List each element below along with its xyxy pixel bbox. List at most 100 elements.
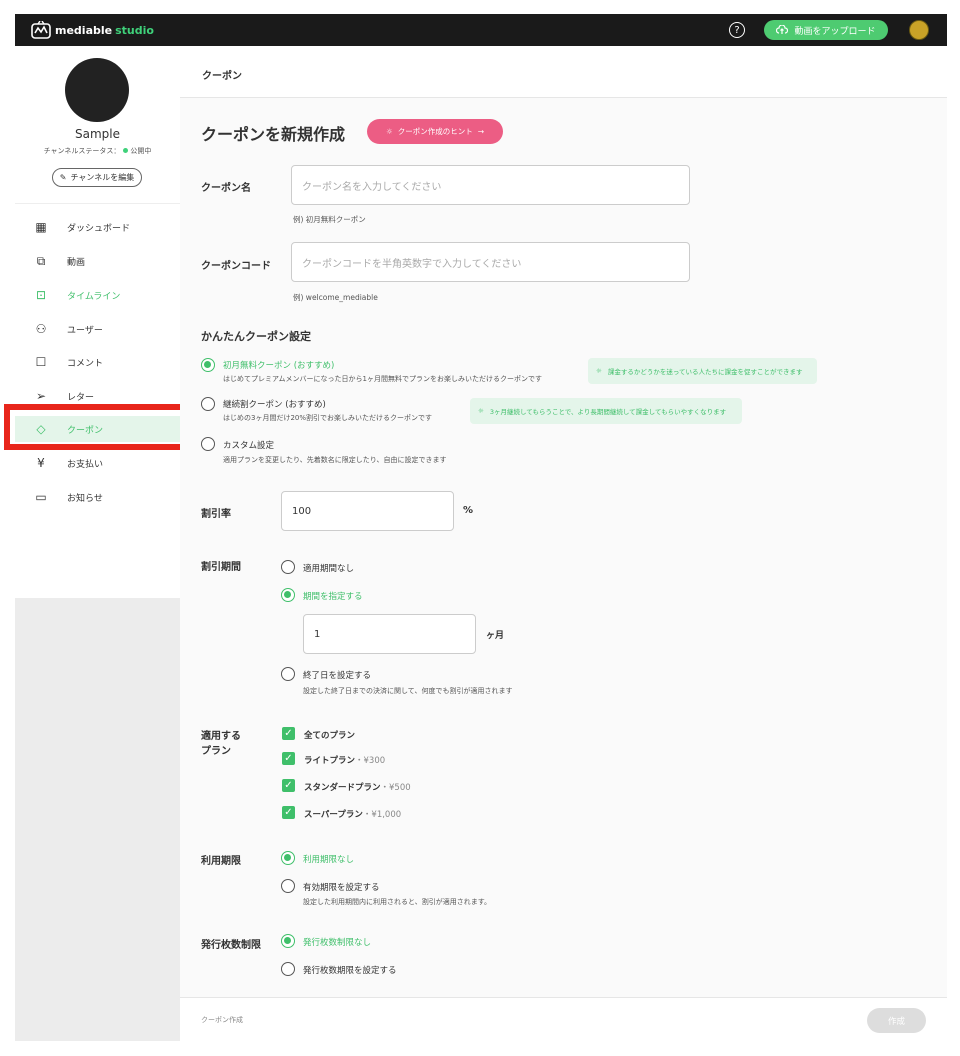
sidebar-item-label: お支払い xyxy=(67,459,104,470)
checkbox-all-plans[interactable]: ✓ xyxy=(282,727,295,740)
channel-status: チャンネルステータス： 公開中 xyxy=(15,146,180,156)
coupon-name-label: クーポン名 xyxy=(201,183,251,194)
option-title: 継続割クーポン (おすすめ) xyxy=(223,400,326,410)
radio-no-period[interactable] xyxy=(281,560,295,574)
footer-bar: クーポン作成 作成 xyxy=(180,997,947,1041)
notice-icon: ▭ xyxy=(35,490,47,504)
plan-item: スタンダードプラン・¥500 xyxy=(304,781,411,793)
video-icon: ⧉ xyxy=(36,253,46,268)
sidebar-item-label: コメント xyxy=(67,358,104,369)
radio-end-date[interactable] xyxy=(281,667,295,681)
coupon-code-label: クーポンコード xyxy=(201,261,271,272)
logo-text: mediable xyxy=(55,23,113,37)
sidebar-item-dashboard[interactable]: ▦ ダッシュボード xyxy=(15,214,180,240)
payment-icon: ¥ xyxy=(37,456,45,470)
option-title: 有効期限を設定する xyxy=(303,883,380,893)
sidebar-item-timeline[interactable]: ⊡ タイムライン xyxy=(15,282,180,308)
radio-custom-setting[interactable] xyxy=(201,437,215,451)
lightbulb-icon: ☼ xyxy=(596,367,602,375)
option-title: カスタム設定 xyxy=(223,441,275,451)
app-logo[interactable]: mediable studio xyxy=(31,21,154,39)
radio-continuation-discount[interactable] xyxy=(201,397,215,411)
lightbulb-icon: ☼ xyxy=(478,407,484,415)
cloud-upload-icon xyxy=(776,25,789,34)
sidebar-item-label: ダッシュボード xyxy=(67,223,131,234)
footer-label: クーポン作成 xyxy=(201,1016,243,1024)
coupon-hint-button[interactable]: ☼ クーポン作成のヒント → xyxy=(367,119,503,144)
plan-item: スーパープラン・¥1,000 xyxy=(304,808,401,820)
comment-icon: ☐ xyxy=(35,355,47,369)
radio-set-usage-limit[interactable] xyxy=(281,879,295,893)
logo-icon xyxy=(31,21,51,39)
timeline-icon: ⊡ xyxy=(35,288,47,302)
option-title: 適用期間なし xyxy=(303,564,355,574)
option-title: 終了日を設定する xyxy=(303,671,372,681)
sidebar-item-label: ユーザー xyxy=(67,325,103,336)
breadcrumb: クーポン xyxy=(202,71,242,82)
lightbulb-icon: ☼ xyxy=(385,127,393,136)
discount-rate-label: 割引率 xyxy=(201,509,231,520)
option-title: 初月無料クーポン (おすすめ) xyxy=(223,361,335,371)
tip-box: ☼ 3ヶ月継続してもらうことで、より長期間継続して課金してもらいやすくなります xyxy=(470,398,742,424)
radio-no-issue-limit[interactable] xyxy=(281,934,295,948)
plans-label-line2: プラン xyxy=(201,746,231,757)
checkbox-light-plan[interactable]: ✓ xyxy=(282,752,295,765)
sidebar-item-users[interactable]: ⚇ ユーザー xyxy=(15,316,180,342)
option-title: 発行枚数期限を設定する xyxy=(303,966,397,976)
plan-item: 全てのプラン xyxy=(304,729,355,741)
plan-item: ライトプラン・¥300 xyxy=(304,754,385,766)
plan-price: ・¥300 xyxy=(355,756,386,766)
sidebar-item-label: レター xyxy=(67,392,95,403)
tip-text: 3ヶ月継続してもらうことで、より長期間継続して課金してもらいやすくなります xyxy=(489,408,727,416)
option-desc: 適用プランを変更したり、先着数名に限定したり、自由に設定できます xyxy=(223,456,447,464)
easy-settings-heading: かんたんクーポン設定 xyxy=(201,330,311,343)
help-icon[interactable]: ? xyxy=(729,22,745,38)
radio-specify-period[interactable] xyxy=(281,588,295,602)
sidebar-item-label: 動画 xyxy=(67,257,86,268)
tip-box: ☼ 課金するかどうかを迷っている人たちに課金を促すことができます xyxy=(588,358,817,384)
option-desc: 設定した終了日までの決済に関して、何度でも割引が適用されます xyxy=(303,687,513,695)
checkbox-standard-plan[interactable]: ✓ xyxy=(282,779,295,792)
usage-period-label: 利用期限 xyxy=(201,856,241,867)
upload-label: 動画をアップロード xyxy=(794,26,876,37)
create-button[interactable]: 作成 xyxy=(867,1008,926,1033)
option-desc: 設定した利用期間内に利用されると、割引が適用されます。 xyxy=(303,898,492,906)
option-desc: はじめの3ヶ月間だけ20%割引でお楽しみいただけるクーポンです xyxy=(223,414,433,422)
arrow-right-icon: → xyxy=(477,127,485,136)
tip-text: 課金するかどうかを迷っている人たちに課金を促すことができます xyxy=(607,368,803,376)
sidebar-item-label: お知らせ xyxy=(67,493,103,504)
plan-name: ライトプラン xyxy=(304,756,356,766)
letter-icon: ➢ xyxy=(35,389,47,403)
plan-price: ・¥500 xyxy=(380,783,411,793)
plan-name: スタンダードプラン xyxy=(304,783,381,793)
status-dot-icon xyxy=(123,148,129,153)
radio-first-month-free[interactable] xyxy=(201,358,215,372)
coupon-code-input[interactable]: クーポンコードを半角英数字で入力してください xyxy=(291,242,690,282)
edit-channel-button[interactable]: ✎ チャンネルを編集 xyxy=(52,168,142,187)
sidebar-panel: Sample チャンネルステータス： 公開中 ✎ チャンネルを編集 ▦ ダッシュボ… xyxy=(15,46,180,598)
highlight-box xyxy=(4,404,191,450)
pencil-icon: ✎ xyxy=(59,173,67,182)
page-title: クーポンを新規作成 xyxy=(201,125,346,144)
upload-video-button[interactable]: 動画をアップロード xyxy=(764,20,888,40)
user-icon: ⚇ xyxy=(35,322,47,336)
radio-set-issue-limit[interactable] xyxy=(281,962,295,976)
months-unit: ヶ月 xyxy=(486,631,505,641)
discount-rate-input[interactable]: 100 xyxy=(281,491,454,531)
sidebar-item-label: タイムライン xyxy=(67,291,121,302)
user-avatar[interactable] xyxy=(909,20,929,40)
sidebar-item-comments[interactable]: ☐ コメント xyxy=(15,349,180,375)
grid-icon: ▦ xyxy=(35,220,47,234)
sidebar-item-notices[interactable]: ▭ お知らせ xyxy=(15,484,180,510)
checkbox-super-plan[interactable]: ✓ xyxy=(282,806,295,819)
period-months-input[interactable]: 1 xyxy=(303,614,476,654)
sidebar: Sample チャンネルステータス： 公開中 ✎ チャンネルを編集 ▦ ダッシュボ… xyxy=(15,46,180,1041)
plan-name: 全てのプラン xyxy=(304,731,356,741)
option-title: 期間を指定する xyxy=(303,592,363,602)
sidebar-item-payments[interactable]: ¥ お支払い xyxy=(15,450,180,476)
radio-no-usage-limit[interactable] xyxy=(281,851,295,865)
sidebar-item-videos[interactable]: ⧉ 動画 xyxy=(15,248,180,274)
coupon-name-input[interactable]: クーポン名を入力してください xyxy=(291,165,690,205)
hint-label: クーポン作成のヒント xyxy=(397,127,473,136)
channel-avatar xyxy=(65,58,129,122)
